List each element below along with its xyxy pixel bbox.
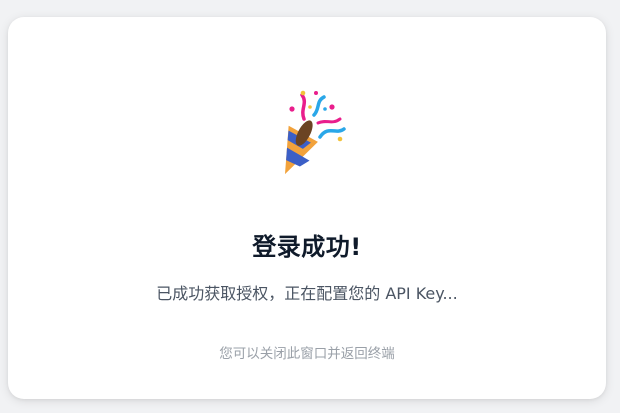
success-card: 登录成功! 已成功获取授权，正在配置您的 API Key... 您可以关闭此窗口… — [8, 17, 606, 399]
success-title: 登录成功! — [252, 233, 362, 261]
party-popper-icon — [284, 90, 346, 175]
close-window-hint: 您可以关闭此窗口并返回终端 — [219, 346, 395, 362]
success-message: 已成功获取授权，正在配置您的 API Key... — [156, 284, 458, 303]
